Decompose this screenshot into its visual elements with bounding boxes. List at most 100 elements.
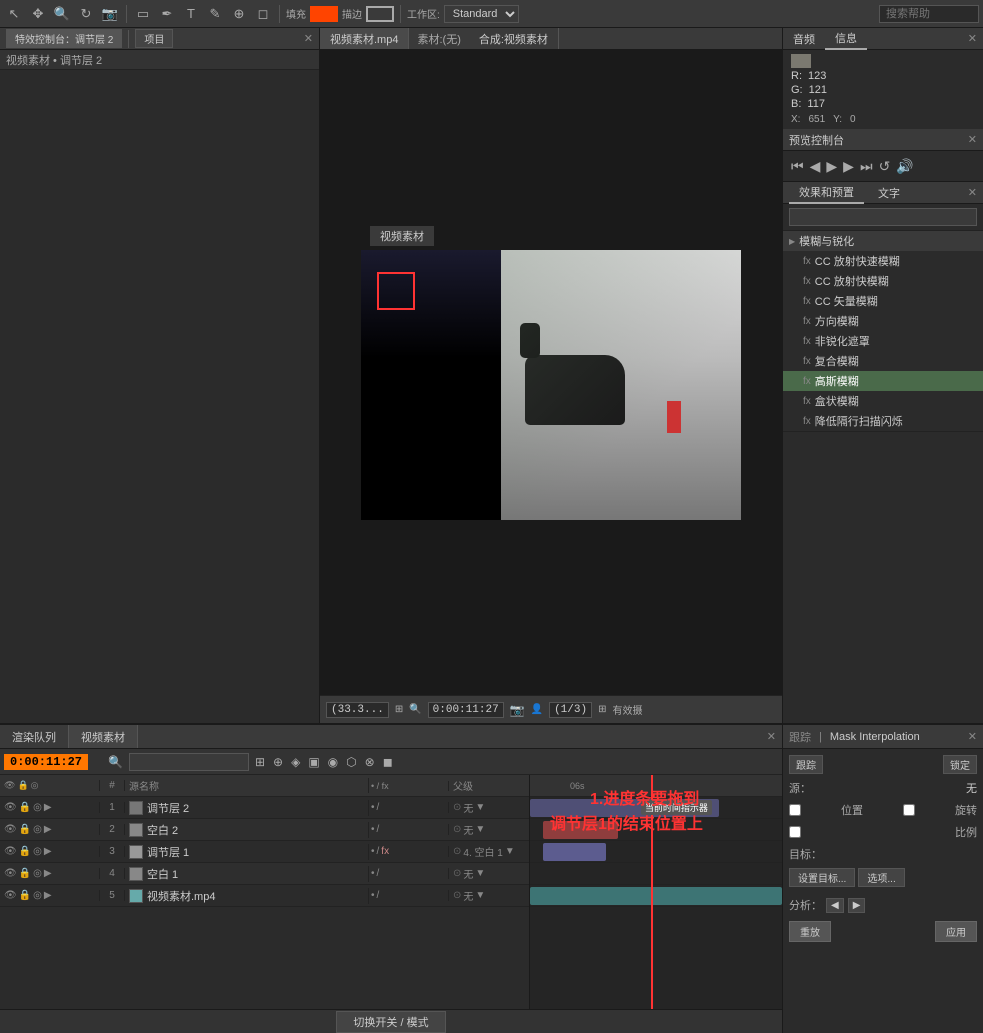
stroke-color-box[interactable] <box>366 6 394 22</box>
parent-dropdown-5[interactable]: ▼ <box>475 890 485 901</box>
effects-search-input[interactable] <box>789 208 977 226</box>
tl-btn-3[interactable]: ◈ <box>289 753 302 771</box>
workspace-select[interactable]: Standard <box>444 5 519 23</box>
effect-item-8[interactable]: fx 降低隔行扫描闪烁 <box>783 411 983 431</box>
tl-btn-6[interactable]: ⬡ <box>344 753 358 771</box>
expand-icon-3[interactable]: ▶ <box>44 846 52 857</box>
tl-btn-5[interactable]: ◉ <box>326 753 340 771</box>
tab-info[interactable]: 信息 <box>825 28 867 50</box>
eye-icon-4[interactable]: 👁 <box>4 868 17 879</box>
lock-icon-3[interactable]: 🔒 <box>19 846 31 857</box>
preview-tab-source[interactable]: 视频素材.mp4 <box>320 28 409 49</box>
toggle-switch-btn[interactable]: 切换开关 / 模式 <box>336 1011 445 1033</box>
effect-item-5[interactable]: fx 复合模糊 <box>783 351 983 371</box>
switch-3c[interactable]: fx <box>381 846 389 857</box>
parent-dropdown-4[interactable]: ▼ <box>475 868 485 879</box>
loop-btn[interactable]: ↺ <box>879 158 891 175</box>
move-icon[interactable]: ✥ <box>28 4 48 24</box>
text-icon[interactable]: T <box>181 4 201 24</box>
eraser-icon[interactable]: ◻ <box>253 4 273 24</box>
clone-icon[interactable]: ⊕ <box>229 4 249 24</box>
switch-4a[interactable]: • <box>371 868 375 879</box>
eye-icon-3[interactable]: 👁 <box>4 846 17 857</box>
lock-icon-1[interactable]: 🔒 <box>19 802 31 813</box>
tl-btn-8[interactable]: ◼ <box>381 753 395 771</box>
timeline-search-icon[interactable]: 🔍 <box>106 753 125 771</box>
camera-snap-icon[interactable]: 📷 <box>510 703 525 717</box>
solo-icon-3[interactable]: ◎ <box>33 846 42 857</box>
tab-effects[interactable]: 效果和预置 <box>789 182 864 204</box>
rotate-checkbox[interactable] <box>903 804 915 816</box>
switch-4b[interactable]: / <box>377 868 380 879</box>
play-btn[interactable]: ▶ <box>826 158 837 175</box>
track-btn[interactable]: 跟踪 <box>789 755 823 774</box>
tab-audio[interactable]: 音频 <box>783 29 825 49</box>
effects-control-tab[interactable]: 特效控制台：调节层 2 <box>6 29 122 48</box>
timeline-search-input[interactable] <box>129 753 249 771</box>
apply-btn[interactable]: 应用 <box>935 921 977 942</box>
effect-item-1[interactable]: fx CC 放射快模糊 <box>783 271 983 291</box>
timeline-timecode[interactable]: 0:00:11:27 <box>4 754 88 770</box>
tl-btn-1[interactable]: ⊞ <box>253 753 267 771</box>
switch-5b[interactable]: / <box>377 890 380 901</box>
parent-dropdown-2[interactable]: ▼ <box>475 824 485 835</box>
effect-item-2[interactable]: fx CC 矢量模糊 <box>783 291 983 311</box>
blur-group-header[interactable]: ▶ 模糊与锐化 <box>783 231 983 251</box>
solo-icon-1[interactable]: ◎ <box>33 802 42 813</box>
set-target-btn[interactable]: 设置目标... <box>789 868 855 887</box>
expand-icon-4[interactable]: ▶ <box>44 868 52 879</box>
solo-icon-4[interactable]: ◎ <box>33 868 42 879</box>
switch-3b[interactable]: / <box>377 846 380 857</box>
mask-interp-tab[interactable]: Mask Interpolation <box>830 731 920 743</box>
camera-icon[interactable]: 📷 <box>100 4 120 24</box>
switch-3a[interactable]: • <box>371 846 375 857</box>
lock-icon-5[interactable]: 🔒 <box>19 890 31 901</box>
analyze-back-btn[interactable]: ◀ <box>826 898 844 913</box>
timeline-close[interactable]: ✕ <box>767 730 782 743</box>
zoom-icon[interactable]: 🔍 <box>52 4 72 24</box>
tl-btn-4[interactable]: ▣ <box>306 753 321 771</box>
project-tab[interactable]: 项目 <box>135 29 173 48</box>
preview-tab-comp[interactable]: 合成:视频素材 <box>469 28 559 49</box>
effects-close[interactable]: ✕ <box>968 186 977 199</box>
position-checkbox[interactable] <box>789 804 801 816</box>
next-frame-btn[interactable]: ⏭ <box>860 158 873 175</box>
step-back-btn[interactable]: ◀ <box>810 158 821 175</box>
brush-icon[interactable]: ✎ <box>205 4 225 24</box>
help-search-input[interactable] <box>879 5 979 23</box>
switch-2[interactable]: / <box>377 802 380 813</box>
right-panel-close[interactable]: ✕ <box>968 32 983 45</box>
scale-checkbox[interactable] <box>789 826 801 838</box>
tab-text[interactable]: 文字 <box>868 183 910 203</box>
audio-btn[interactable]: 🔊 <box>896 158 913 175</box>
panel-close-btn[interactable]: ✕ <box>304 32 313 45</box>
effect-item-3[interactable]: fx 方向模糊 <box>783 311 983 331</box>
effect-item-0[interactable]: fx CC 放射快速模糊 <box>783 251 983 271</box>
switch-5a[interactable]: • <box>371 890 375 901</box>
parent-dropdown-3[interactable]: ▼ <box>505 846 515 857</box>
effect-item-7[interactable]: fx 盒状模糊 <box>783 391 983 411</box>
fill-color-box[interactable] <box>310 6 338 22</box>
rotate-icon[interactable]: ↻ <box>76 4 96 24</box>
tl-btn-2[interactable]: ⊕ <box>271 753 285 771</box>
step-fwd-btn[interactable]: ▶ <box>843 158 854 175</box>
switch-2a[interactable]: • <box>371 824 375 835</box>
effect-item-4[interactable]: fx 非锐化遮罩 <box>783 331 983 351</box>
expand-icon-2[interactable]: ▶ <box>44 824 52 835</box>
expand-icon-1[interactable]: ▶ <box>44 802 52 813</box>
eye-icon-1[interactable]: 👁 <box>4 802 17 813</box>
parent-dropdown-1[interactable]: ▼ <box>475 802 485 813</box>
tab-video-source[interactable]: 视频素材 <box>69 725 138 748</box>
analyze-fwd-btn[interactable]: ▶ <box>848 898 866 913</box>
tab-render-queue[interactable]: 渲染队列 <box>0 725 69 748</box>
fix-btn[interactable]: 锁定 <box>943 755 977 774</box>
effect-item-6[interactable]: fx 高斯模糊 <box>783 371 983 391</box>
arrow-icon[interactable]: ↖ <box>4 4 24 24</box>
prev-frame-btn[interactable]: ⏮ <box>791 158 804 175</box>
track-tab[interactable]: 跟踪 <box>789 729 811 745</box>
tl-btn-7[interactable]: ⊗ <box>363 753 377 771</box>
lock-icon-4[interactable]: 🔒 <box>19 868 31 879</box>
solo-icon-5[interactable]: ◎ <box>33 890 42 901</box>
switch-1[interactable]: • <box>371 802 375 813</box>
pen-icon[interactable]: ✒ <box>157 4 177 24</box>
